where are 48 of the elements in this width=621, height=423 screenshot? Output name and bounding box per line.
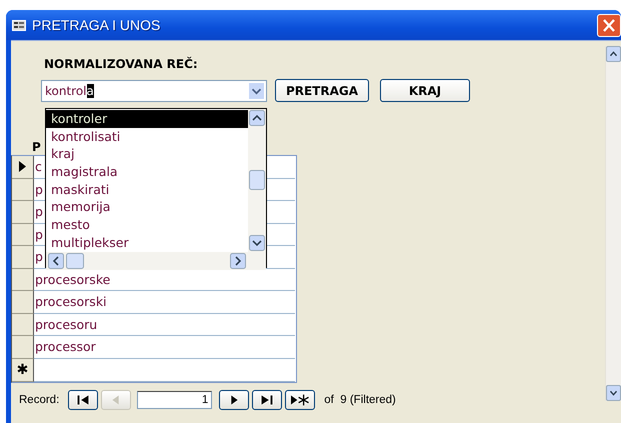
action-button[interactable]: KRAJ — [380, 79, 470, 102]
record-number-field[interactable]: 1 — [137, 390, 212, 408]
table-cell: procesoru — [34, 314, 295, 336]
row-selector[interactable] — [12, 224, 34, 246]
close-icon[interactable] — [597, 14, 621, 36]
dropdown-item[interactable]: kontroler — [46, 110, 248, 128]
table-cell: processor — [34, 336, 295, 358]
dropdown-item[interactable]: maskirati — [46, 180, 248, 198]
scroll-right-icon[interactable] — [230, 252, 246, 268]
dropdown-item[interactable]: magistrala — [46, 163, 248, 181]
record-count: of 9 (Filtered) — [324, 394, 396, 406]
scroll-up-icon[interactable] — [606, 46, 621, 62]
dropdown-item[interactable]: memorija — [46, 198, 248, 216]
last-record-icon[interactable] — [252, 390, 282, 410]
field-label: NORMALIZOVANA REČ: — [44, 57, 198, 71]
dropdown-item[interactable]: mesto — [46, 216, 248, 234]
row-selector[interactable] — [12, 156, 34, 178]
row-selector[interactable] — [12, 246, 34, 268]
row-selector[interactable] — [12, 291, 34, 314]
table-cell: procesorske — [34, 268, 295, 291]
scroll-thumb[interactable] — [249, 170, 265, 190]
dropdown-item[interactable]: kraj — [46, 145, 248, 164]
action-button[interactable]: PRETRAGA — [275, 79, 369, 102]
list-horizontal-scrollbar[interactable] — [46, 252, 266, 270]
new-row-marker: ✱ — [16, 362, 28, 376]
record-label: Record: — [19, 394, 60, 406]
row-selector[interactable] — [12, 268, 34, 291]
scroll-up-icon[interactable] — [249, 110, 265, 126]
row-selector[interactable] — [12, 314, 34, 336]
new-record-icon[interactable] — [285, 390, 316, 410]
list-vertical-scrollbar[interactable] — [248, 109, 266, 252]
vertical-scrollbar[interactable] — [605, 46, 621, 401]
current-row-icon — [18, 161, 27, 172]
table-cell: procesorski — [34, 291, 295, 314]
row-selector[interactable] — [12, 336, 34, 358]
scroll-down-icon[interactable] — [606, 385, 621, 401]
dropdown-item[interactable]: kontrolisati — [46, 128, 248, 146]
form-icon — [12, 20, 26, 30]
word-combo-box[interactable]: kontrola — [41, 80, 267, 102]
subform-label: P — [32, 140, 41, 154]
row-selector[interactable] — [12, 201, 34, 224]
scroll-left-icon[interactable] — [48, 252, 84, 268]
row-selector[interactable] — [12, 178, 34, 201]
next-record-icon[interactable] — [219, 390, 250, 410]
first-record-icon[interactable] — [68, 390, 98, 410]
row-selector[interactable]: ✱ — [12, 358, 34, 382]
scroll-down-icon[interactable] — [249, 234, 265, 250]
window-title: PRETRAGA I UNOS — [32, 17, 160, 33]
